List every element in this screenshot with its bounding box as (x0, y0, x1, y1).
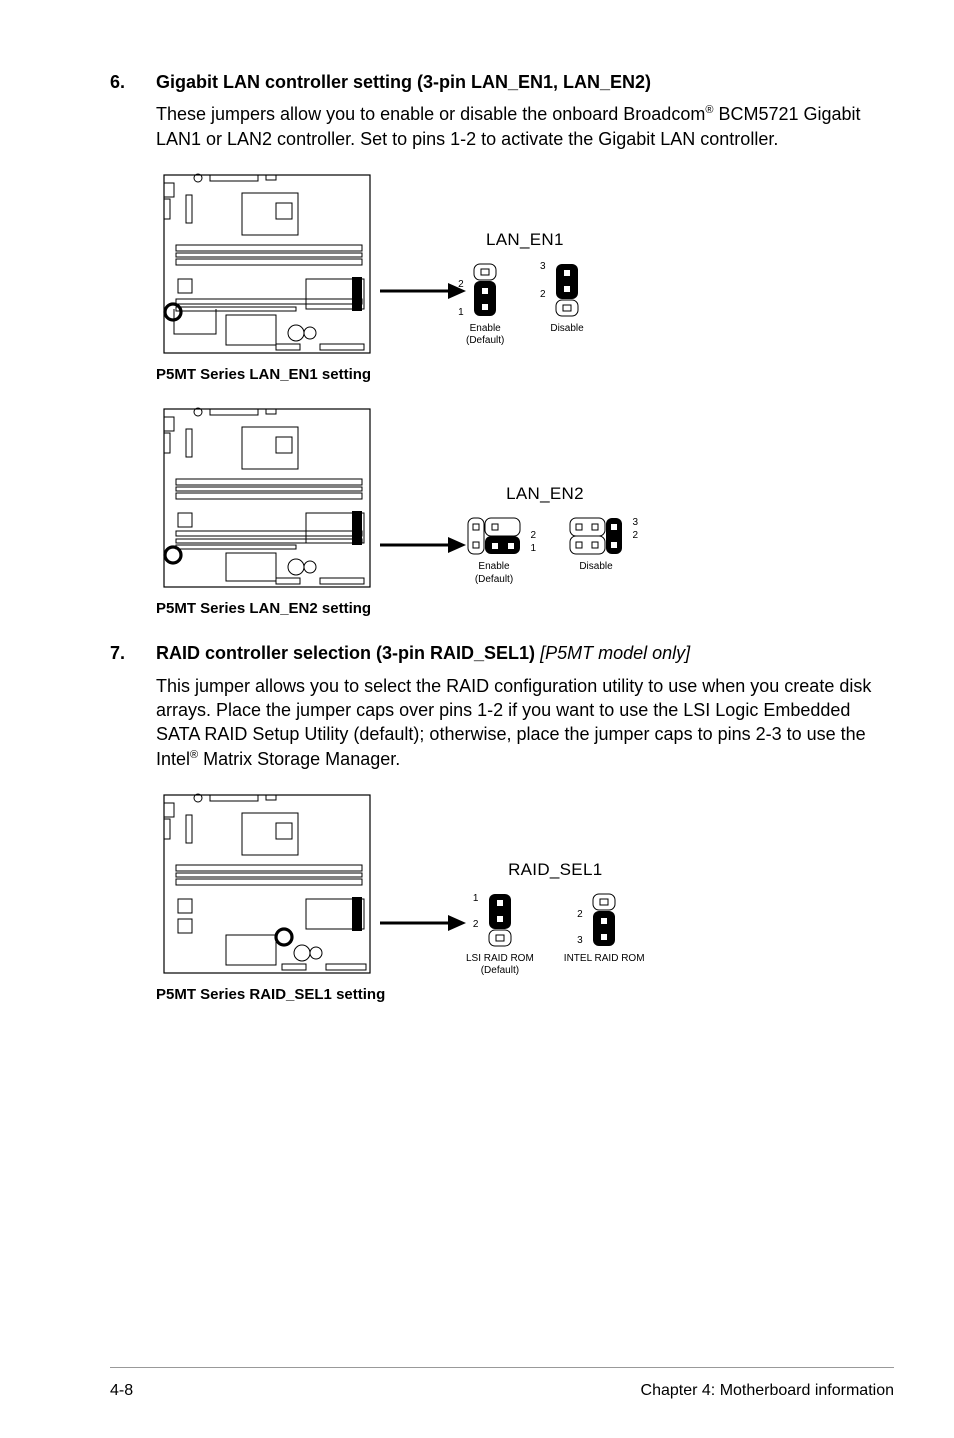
diagram-lan-en2-caption: P5MT Series LAN_EN2 setting (156, 599, 894, 619)
jumper-lan-en2-disable: 3 2 x Disable (568, 516, 624, 586)
section-6-number: 6. (110, 70, 156, 94)
jumper-lan-en1-enable-block: 2 1 (472, 262, 498, 318)
jumper-lan-en1-disable-pins: 3 2 (540, 262, 546, 300)
section-7-number: 7. (110, 641, 156, 665)
jumper-lan-en2-enable: x 2 1 Enable (Default) (466, 516, 522, 586)
jumper-lan-en2-enable-label: Enable (Default) (475, 561, 513, 586)
jumper-raid-lsi-label-1: LSI RAID ROM (466, 953, 534, 964)
diagram-raid-sel1-row: RAID_SEL1 1 (156, 789, 894, 979)
jumper-raid-lsi-pin-top: 1 (473, 894, 479, 904)
jumper-raid-sel1-row: 1 2 LSI RAID ROM (Default) (466, 892, 645, 978)
chapter-title: Chapter 4: Motherboard information (641, 1380, 894, 1402)
section-6: 6. Gigabit LAN controller setting (3-pin… (110, 70, 894, 619)
jumper-lan-en2-enable-pin-top: 2 (530, 531, 536, 541)
jumper-lan-en1-enable-label-2: (Default) (466, 335, 504, 346)
jumper-lan-en1-disable-block: 3 2 (554, 262, 580, 318)
jumper-lan-en2-row: x 2 1 Enable (Default) (466, 516, 624, 586)
jumper-raid-lsi-label-2: (Default) (481, 965, 519, 976)
jumper-raid-lsi: 1 2 LSI RAID ROM (Default) (466, 892, 534, 978)
section-7-body-sup: ® (190, 749, 198, 761)
jumper-raid-lsi-pin-bot: 2 (473, 920, 479, 930)
arrow-3 (378, 789, 466, 935)
section-7: 7. RAID controller selection (3-pin RAID… (110, 641, 894, 1005)
jumper-lan-en1-disable-pin-bot: 2 (540, 290, 546, 300)
jumper-lan-en2-disable-pin-top: 3 (632, 518, 638, 528)
section-6-title: Gigabit LAN controller setting (3-pin LA… (156, 70, 651, 94)
jumper-lan-en2-enable-pins: x 2 1 (530, 518, 536, 554)
jumper-raid-sel1-header: RAID_SEL1 (466, 859, 645, 892)
jumper-lan-en2-enable-label-1: Enable (478, 561, 509, 572)
section-7-title-a: RAID controller selection (3-pin RAID_SE… (156, 643, 540, 663)
section-7-title: RAID controller selection (3-pin RAID_SE… (156, 641, 690, 665)
jumper-lan-en2-disable-label: Disable (579, 561, 612, 574)
jumper-lan-en2-disable-pins: 3 2 x (632, 518, 638, 554)
arrow-icon (378, 911, 466, 935)
jumper-svg (487, 892, 513, 948)
diagram-lan-en1-caption-text: P5MT Series LAN_EN1 setting (156, 365, 371, 385)
jumper-lan-en1-disable: 3 2 Disable (550, 262, 583, 348)
jumper-svg (591, 892, 617, 948)
jumper-raid-intel-label: INTEL RAID ROM (564, 953, 645, 966)
arrow-icon (378, 279, 466, 303)
section-7-title-i: [P5MT model only] (540, 643, 690, 663)
page-footer: 4-8 Chapter 4: Motherboard information (110, 1367, 894, 1402)
jumper-lan-en2-enable-label-2: (Default) (475, 574, 513, 585)
jumper-raid-intel-pin-bot: 3 (577, 936, 583, 946)
section-6-head: 6. Gigabit LAN controller setting (3-pin… (110, 70, 894, 94)
diagram-lan-en1-caption: P5MT Series LAN_EN1 setting (156, 365, 894, 385)
section-6-body-a: These jumpers allow you to enable or dis… (156, 104, 705, 124)
jumper-lan-en1-header: LAN_EN1 (466, 229, 584, 262)
jumper-lan-en2-enable-block: x 2 1 (466, 516, 522, 556)
diagram-lan-en2: LAN_EN2 (156, 403, 894, 619)
jumper-lan-en2-disable-pin-bot: 2 (632, 531, 638, 541)
jumper-raid-sel1: RAID_SEL1 1 (466, 789, 645, 978)
jumper-raid-lsi-label: LSI RAID ROM (Default) (466, 953, 534, 978)
motherboard-illustration-1 (156, 169, 378, 359)
motherboard-illustration-3 (156, 789, 378, 979)
jumper-lan-en2-disable-block: 3 2 x (568, 516, 624, 556)
jumper-raid-intel-pin-top: 2 (577, 910, 583, 920)
jumper-lan-en1-enable-pins: 2 1 (458, 280, 464, 318)
motherboard-svg-3 (156, 789, 378, 979)
motherboard-svg-1 (156, 169, 378, 359)
jumper-lan-en1-enable-pin-bot: 1 (458, 308, 464, 318)
jumper-raid-intel: 2 3 INTEL RAID ROM (564, 892, 645, 978)
jumper-svg (472, 262, 498, 318)
page-number: 4-8 (110, 1380, 133, 1402)
jumper-lan-en1-disable-pin-top: 3 (540, 262, 546, 272)
section-6-body: These jumpers allow you to enable or dis… (156, 102, 894, 151)
jumper-lan-en1-enable-label-1: Enable (470, 323, 501, 334)
jumper-svg (466, 516, 522, 556)
jumper-raid-intel-block: 2 3 (591, 892, 617, 948)
section-7-body-b: Matrix Storage Manager. (198, 749, 400, 769)
jumper-lan-en1-enable: 2 1 Enable (Default) (466, 262, 504, 348)
jumper-raid-intel-pins: 2 3 (577, 910, 583, 946)
jumper-lan-en1-disable-label: Disable (550, 323, 583, 336)
section-7-head: 7. RAID controller selection (3-pin RAID… (110, 641, 894, 665)
jumper-svg (554, 262, 580, 318)
arrow-1 (378, 169, 466, 303)
diagram-lan-en2-row: LAN_EN2 (156, 403, 894, 593)
diagram-raid-sel1: RAID_SEL1 1 (156, 789, 894, 1005)
jumper-lan-en1-enable-label: Enable (Default) (466, 323, 504, 348)
motherboard-svg-2 (156, 403, 378, 593)
jumper-lan-en1-row: 2 1 Enable (Default) (466, 262, 584, 348)
jumper-raid-lsi-block: 1 2 (487, 892, 513, 948)
arrow-icon (378, 533, 466, 557)
diagram-lan-en1: LAN_EN1 2 (156, 169, 894, 385)
jumper-lan-en2-enable-pin-bot: 1 (530, 544, 536, 554)
motherboard-illustration-2 (156, 403, 378, 593)
jumper-lan-en2-header: LAN_EN2 (466, 483, 624, 516)
jumper-svg (568, 516, 624, 556)
diagram-lan-en1-row: LAN_EN1 2 (156, 169, 894, 359)
section-7-body: This jumper allows you to select the RAI… (156, 674, 894, 771)
jumper-lan-en1-enable-pin-top: 2 (458, 280, 464, 290)
jumper-raid-lsi-pins: 1 2 (473, 894, 479, 930)
diagram-raid-sel1-caption: P5MT Series RAID_SEL1 setting (156, 985, 894, 1005)
jumper-lan-en1: LAN_EN1 2 (466, 169, 584, 348)
arrow-2 (378, 403, 466, 557)
jumper-lan-en2: LAN_EN2 (466, 403, 624, 586)
